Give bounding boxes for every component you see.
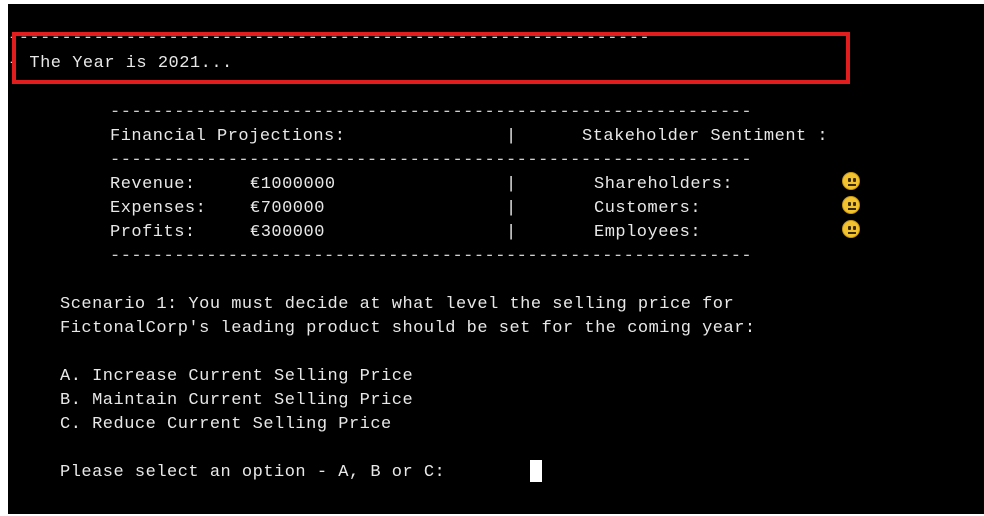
- terminal-window: ----------------------------------------…: [8, 4, 984, 514]
- revenue-label: Revenue:: [110, 175, 196, 194]
- neutral-face-icon: [842, 172, 860, 190]
- column-separator: |: [506, 199, 517, 218]
- column-separator: |: [506, 175, 517, 194]
- header-divider: ----------------------------------------…: [8, 29, 651, 48]
- expenses-value: €700000: [250, 199, 325, 218]
- scenario-text-line-1: Scenario 1: You must decide at what leve…: [60, 295, 735, 314]
- neutral-face-icon: [842, 196, 860, 214]
- shareholders-label: Shareholders:: [594, 175, 734, 194]
- text-cursor[interactable]: [530, 460, 542, 482]
- revenue-value: €1000000: [250, 175, 336, 194]
- year-line: - The Year is 2021...: [8, 54, 233, 73]
- input-prompt: Please select an option - A, B or C:: [60, 463, 446, 482]
- option-b: B. Maintain Current Selling Price: [60, 391, 414, 410]
- expenses-label: Expenses:: [110, 199, 207, 218]
- scenario-text-line-2: FictonalCorp's leading product should be…: [60, 319, 756, 338]
- dashboard-divider-top: ----------------------------------------…: [110, 103, 753, 122]
- option-a: A. Increase Current Selling Price: [60, 367, 414, 386]
- financial-projections-heading: Financial Projections:: [110, 127, 346, 146]
- employees-label: Employees:: [594, 223, 702, 242]
- dashboard-divider-mid: ----------------------------------------…: [110, 151, 753, 170]
- column-separator: |: [506, 127, 517, 146]
- profits-value: €300000: [250, 223, 325, 242]
- option-c: C. Reduce Current Selling Price: [60, 415, 392, 434]
- profits-label: Profits:: [110, 223, 196, 242]
- dashboard-divider-bottom: ----------------------------------------…: [110, 247, 753, 266]
- customers-label: Customers:: [594, 199, 702, 218]
- column-separator: |: [506, 223, 517, 242]
- neutral-face-icon: [842, 220, 860, 238]
- stakeholder-sentiment-heading: Stakeholder Sentiment :: [582, 127, 829, 146]
